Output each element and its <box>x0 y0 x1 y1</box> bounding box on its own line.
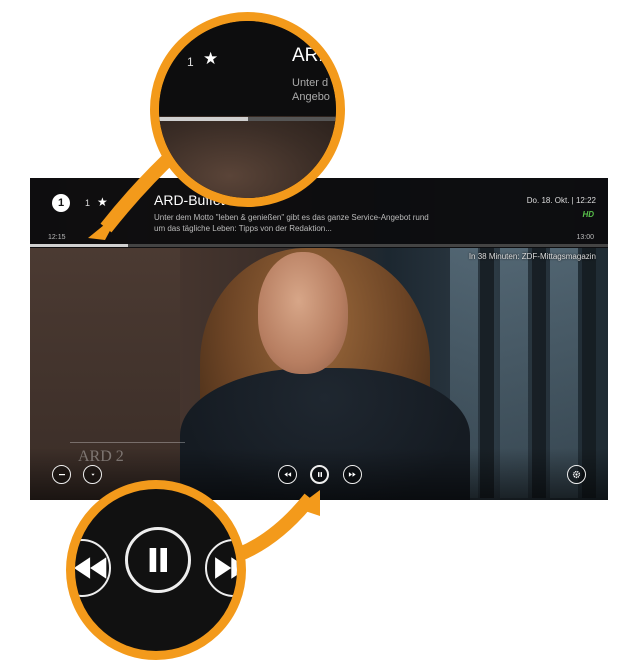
zoom-description-line1: Unter d <box>292 77 329 89</box>
zoom-program-title: ARD <box>292 45 333 66</box>
zoom-rewind-button <box>75 539 111 597</box>
zoom-fast-forward-button <box>205 539 237 597</box>
progress-bar[interactable] <box>30 244 608 247</box>
star-icon: ★ <box>203 49 219 68</box>
tv-screen: 1 1 ★ ARD-Buffet Unter dem Motto "leben … <box>30 178 608 500</box>
watermark-logo: ARD 2 <box>78 448 124 465</box>
chevron-down-button[interactable] <box>83 465 102 484</box>
channel-number: 1 <box>85 198 91 208</box>
progress-fill <box>30 244 129 247</box>
fast-forward-icon <box>215 557 237 579</box>
zoom-progress-fill <box>159 117 248 121</box>
hd-badge: HD <box>582 210 594 219</box>
pause-button[interactable] <box>310 465 329 484</box>
zoom-channel-number: 1 <box>187 55 194 69</box>
fast-forward-button[interactable] <box>343 465 362 484</box>
zoom-progress-bar <box>159 117 336 121</box>
start-time: 12:15 <box>48 234 66 241</box>
minus-icon <box>58 474 65 476</box>
pause-icon <box>149 548 167 572</box>
rewind-icon <box>284 472 292 477</box>
rewind-button[interactable] <box>278 465 297 484</box>
watermark-divider <box>70 442 185 443</box>
pause-icon <box>317 472 322 477</box>
rewind-icon <box>75 557 107 579</box>
channel-logo: 1 <box>52 194 70 212</box>
zoom-magnifier-controls <box>66 480 246 660</box>
end-time: 13:00 <box>576 234 594 241</box>
program-description: Unter dem Motto "leben & genießen" gibt … <box>154 213 429 233</box>
up-next: In 38 Minuten: ZDF-Mittagsmagazin <box>468 252 596 261</box>
settings-button[interactable] <box>567 465 586 484</box>
minus-button[interactable] <box>52 465 71 484</box>
video-person-face <box>258 252 348 374</box>
zoom-magnifier-info: 1 ★ ARD Unter d Angebo <box>150 12 345 207</box>
chevron-down-icon <box>90 473 95 476</box>
zoom-pause-button <box>125 527 191 593</box>
gear-icon <box>572 470 581 479</box>
zoom-description-line2: Angebo <box>292 91 330 103</box>
star-icon[interactable]: ★ <box>97 195 108 209</box>
zoom-video-area <box>159 116 336 198</box>
datetime: Do. 18. Okt. | 12:22 <box>526 196 596 205</box>
fast-forward-icon <box>348 472 356 477</box>
